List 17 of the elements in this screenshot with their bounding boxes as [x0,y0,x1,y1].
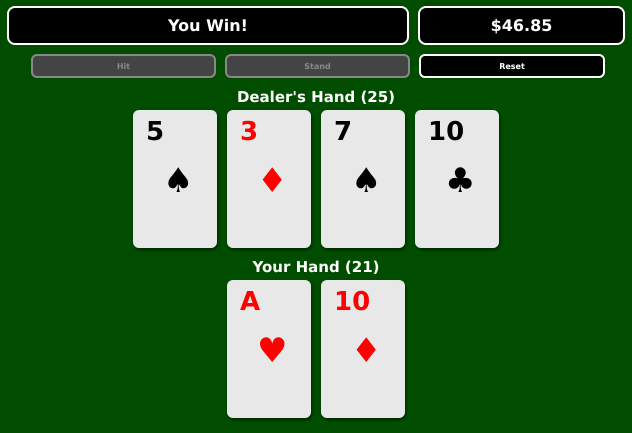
balance-display: $46.85 [418,6,625,45]
hand-title: Your Hand (21) [252,258,380,276]
card-rank: 7 [334,118,352,147]
card-suit: ♠ [163,164,194,198]
card-rank: A [240,288,260,317]
card-rank: 10 [334,288,370,317]
card-rank: 5 [146,118,164,147]
card-rank: 10 [428,118,464,147]
card-suit: ♦ [257,164,288,198]
card-rank: 3 [240,118,258,147]
card-suit: ♠ [351,164,382,198]
hand-title: Dealer's Hand (25) [236,88,396,106]
status-message: You Win! [7,6,409,45]
card-suit: ♣ [445,164,476,198]
card-suit: ♥ [257,334,288,368]
card-suit: ♦ [351,334,382,368]
reset-button[interactable]: Reset [419,54,605,78]
